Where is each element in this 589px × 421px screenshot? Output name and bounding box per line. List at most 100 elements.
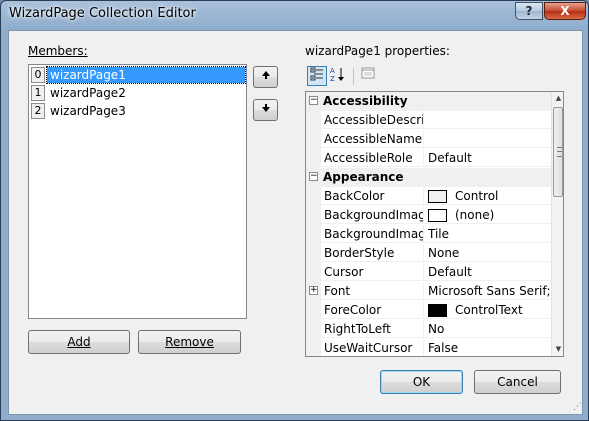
move-up-button[interactable] — [253, 66, 278, 88]
property-row[interactable]: AccessibleRole Default — [306, 149, 551, 168]
collapse-icon[interactable]: − — [309, 96, 318, 105]
down-arrow-icon — [261, 104, 270, 112]
property-name: Cursor — [321, 263, 424, 281]
members-list[interactable]: 0 wizardPage1 1 wizardPage2 2 wizardPage… — [28, 64, 247, 319]
row-margin — [306, 339, 321, 356]
member-index: 0 — [31, 67, 45, 83]
cancel-button[interactable]: Cancel — [474, 370, 561, 394]
member-item-0[interactable]: 0 wizardPage1 — [31, 66, 246, 84]
property-pages-button[interactable] — [358, 66, 378, 86]
property-value[interactable]: Default — [424, 263, 551, 281]
collapse-icon[interactable]: − — [309, 172, 318, 181]
property-value-text: ControlText — [455, 303, 523, 317]
categorized-icon — [310, 67, 323, 81]
property-name: BorderStyle — [321, 244, 424, 262]
member-name: wizardPage1 — [46, 66, 246, 84]
property-name: ForeColor — [321, 301, 424, 319]
property-value[interactable]: ControlText — [424, 301, 551, 319]
window-title: WizardPage Collection Editor — [9, 6, 196, 21]
property-row[interactable]: + Font Microsoft Sans Serif; 8, — [306, 282, 551, 301]
property-row[interactable]: BackgroundImageL Tile — [306, 225, 551, 244]
row-margin — [306, 263, 321, 282]
row-margin — [306, 244, 321, 263]
category-name: Appearance — [323, 170, 404, 184]
property-value[interactable]: Tile — [424, 225, 551, 243]
property-value[interactable]: (none) — [424, 206, 551, 224]
property-row[interactable]: AccessibleName — [306, 130, 551, 149]
property-row[interactable]: Cursor Default — [306, 263, 551, 282]
properties-label: wizardPage1 properties: — [305, 44, 450, 58]
row-margin — [306, 301, 321, 320]
image-swatch — [428, 209, 447, 222]
row-margin — [306, 130, 321, 149]
property-row[interactable]: BackgroundImage (none) — [306, 206, 551, 225]
property-row[interactable]: RightToLeft No — [306, 320, 551, 339]
remove-button[interactable]: Remove — [138, 330, 241, 354]
property-value[interactable]: No — [424, 320, 551, 338]
property-row[interactable]: ForeColor ControlText — [306, 301, 551, 320]
property-row[interactable]: UseWaitCursor False — [306, 339, 551, 356]
property-grid[interactable]: − Accessibility AccessibleDescripti Acce… — [305, 91, 564, 357]
property-value[interactable] — [424, 130, 551, 148]
members-label: Members: — [28, 44, 88, 58]
property-row[interactable]: BorderStyle None — [306, 244, 551, 263]
property-name: BackColor — [321, 187, 424, 205]
resize-grip-icon[interactable]: ⋰ — [573, 402, 582, 412]
toolbar-separator — [353, 68, 354, 85]
row-margin — [306, 206, 321, 225]
property-grid-scrollbar[interactable]: ▲ ▼ — [551, 92, 563, 356]
dialog-client-area: Members: 0 wizardPage1 1 wizardPage2 2 w… — [8, 30, 583, 415]
property-value-text: (none) — [455, 208, 495, 222]
member-item-1[interactable]: 1 wizardPage2 — [31, 85, 246, 102]
property-name: BackgroundImage — [321, 206, 424, 224]
add-button-label: Add — [67, 335, 91, 349]
up-arrow-icon — [261, 71, 270, 79]
collection-editor-window: WizardPage Collection Editor ? X Members… — [0, 0, 589, 421]
add-button[interactable]: Add — [28, 330, 130, 354]
property-value[interactable]: Microsoft Sans Serif; 8, — [424, 282, 551, 300]
row-margin: + — [306, 282, 321, 301]
close-button[interactable]: X — [544, 2, 586, 20]
property-value[interactable]: None — [424, 244, 551, 262]
property-name: AccessibleName — [321, 130, 424, 148]
category-accessibility[interactable]: − Accessibility — [306, 92, 551, 111]
alphabetical-button[interactable]: A Z — [328, 66, 348, 86]
scroll-down-icon[interactable]: ▼ — [552, 343, 563, 356]
svg-text:A: A — [330, 67, 335, 75]
property-name: AccessibleDescripti — [321, 111, 424, 129]
property-value-text: Control — [455, 189, 499, 203]
property-name: AccessibleRole — [321, 149, 424, 167]
property-value[interactable] — [424, 111, 551, 129]
grip-icon — [557, 147, 562, 157]
row-margin — [306, 225, 321, 244]
help-button[interactable]: ? — [515, 2, 543, 20]
property-row[interactable]: AccessibleDescripti — [306, 111, 551, 130]
property-name: Font — [321, 282, 424, 300]
property-value[interactable]: False — [424, 339, 551, 356]
row-margin — [306, 320, 321, 339]
members-label-text: Members: — [28, 44, 88, 58]
category-appearance[interactable]: − Appearance — [306, 168, 551, 187]
property-value[interactable]: Control — [424, 187, 551, 205]
color-swatch — [428, 190, 447, 203]
alphabetical-sort-icon: A Z — [330, 67, 344, 83]
property-name: UseWaitCursor — [321, 339, 424, 356]
category-name: Accessibility — [323, 94, 408, 108]
categorized-button[interactable] — [307, 66, 327, 86]
ok-button[interactable]: OK — [380, 370, 463, 394]
scroll-up-icon[interactable]: ▲ — [552, 92, 563, 105]
svg-text:Z: Z — [330, 75, 335, 82]
color-swatch — [428, 304, 447, 317]
row-margin — [306, 187, 321, 206]
scrollbar-thumb[interactable] — [553, 107, 563, 197]
property-name: RightToLeft — [321, 320, 424, 338]
title-bar[interactable]: WizardPage Collection Editor ? X — [1, 1, 588, 29]
move-down-button[interactable] — [253, 99, 278, 121]
member-item-2[interactable]: 2 wizardPage3 — [31, 103, 246, 120]
property-value[interactable]: Default — [424, 149, 551, 167]
property-name: BackgroundImageL — [321, 225, 424, 243]
property-row[interactable]: BackColor Control — [306, 187, 551, 206]
member-index: 2 — [31, 103, 45, 119]
expand-icon[interactable]: + — [309, 286, 318, 295]
member-name: wizardPage3 — [50, 104, 126, 118]
